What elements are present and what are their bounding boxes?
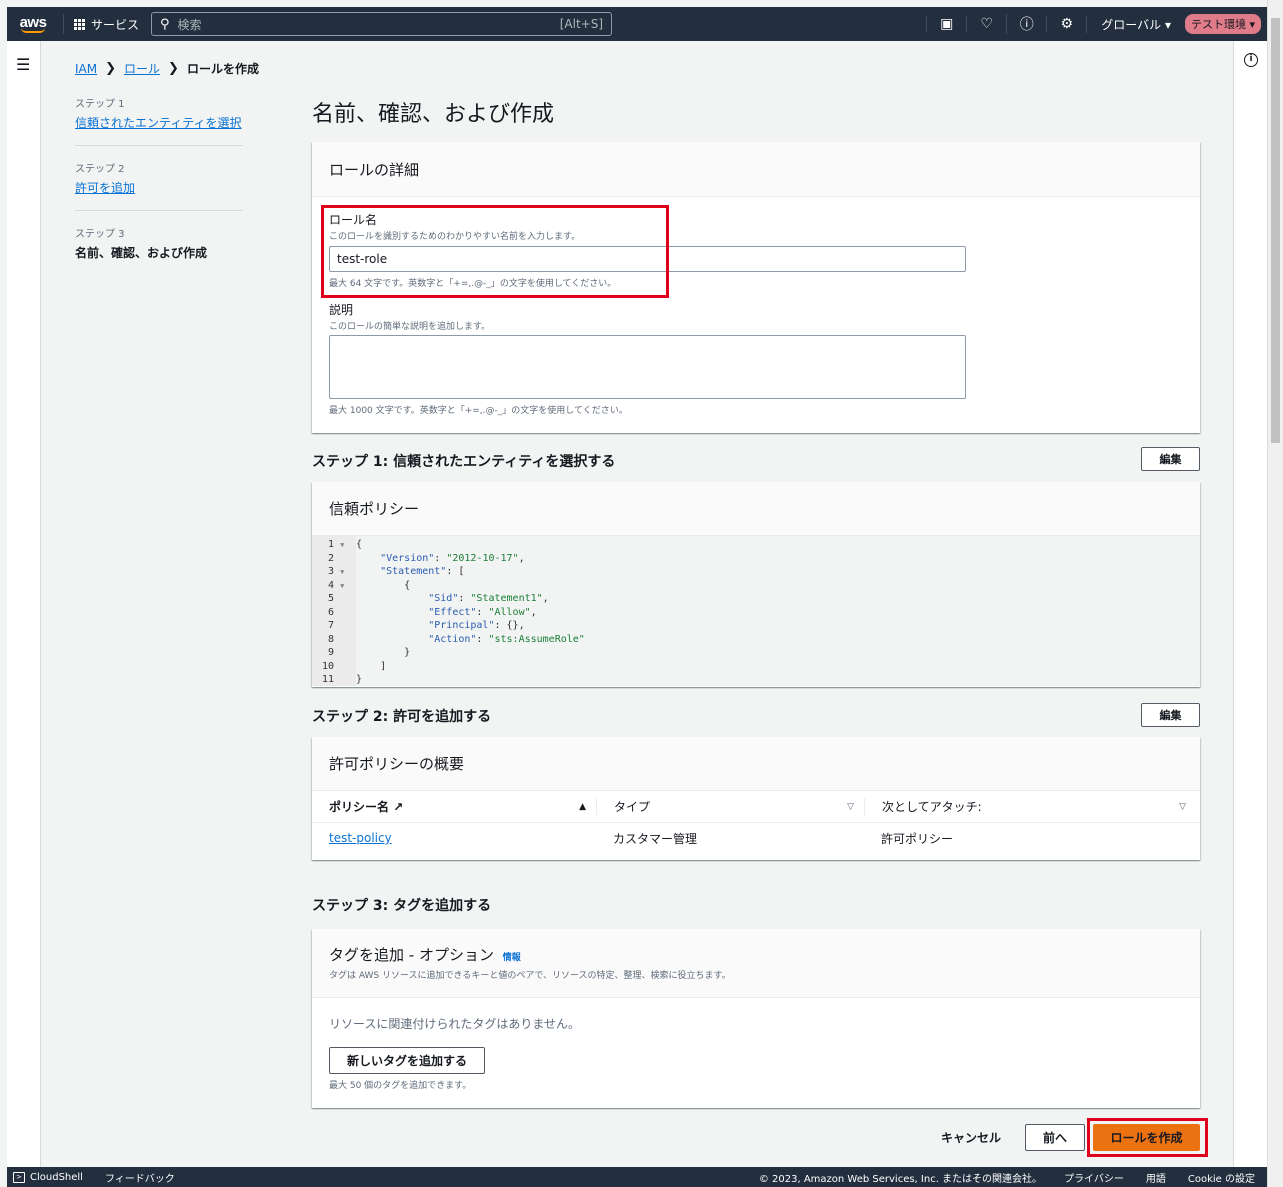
- step-3-heading: ステップ 3: タグを追加する: [312, 898, 492, 914]
- description-constraint: 最大 1000 文字です。英数字と「+=,.@-_」の文字を使用してください。: [329, 406, 628, 416]
- tags-description: タグは AWS リソースに追加できるキーと値のペアで、リソースの特定、整理、検索…: [329, 971, 731, 981]
- info-icon[interactable]: i: [1244, 53, 1258, 67]
- breadcrumb-roles[interactable]: ロール: [124, 60, 160, 77]
- table-row: test-policy カスタマー管理 許可ポリシー: [312, 823, 1200, 853]
- console-footer: > CloudShell フィードバック © 2023, Amazon Web …: [7, 1167, 1267, 1187]
- code-lines[interactable]: { "Version": "2012-10-17", "Statement": …: [356, 538, 585, 687]
- wizard-steps: ステップ 1 信頼されたエンティティを選択 ステップ 2 許可を追加 ステップ …: [75, 95, 243, 289]
- sort-icon[interactable]: ▽: [847, 802, 854, 812]
- grid-icon: [74, 18, 85, 30]
- chevron-right-icon: ❯: [105, 61, 117, 76]
- breadcrumb-current: ロールを作成: [186, 62, 259, 76]
- previous-button[interactable]: 前へ: [1025, 1124, 1085, 1151]
- policy-name-link[interactable]: test-policy: [329, 831, 392, 845]
- highlight-box-create-role: [1087, 1118, 1208, 1157]
- step-1-heading: ステップ 1: 信頼されたエンティティを選択する: [312, 454, 616, 470]
- description-hint: このロールの簡単な説明を追加します。: [329, 322, 491, 332]
- cloudshell-icon[interactable]: ▣: [926, 16, 966, 32]
- page-title: 名前、確認、および作成: [312, 102, 555, 127]
- tag-limit-note: 最大 50 個のタグを追加できます。: [329, 1081, 472, 1091]
- add-new-tag-button[interactable]: 新しいタグを追加する: [329, 1047, 485, 1074]
- notification-bell-icon[interactable]: ♡: [966, 16, 1006, 32]
- wizard-step-2: ステップ 2 許可を追加: [75, 160, 243, 211]
- search-input[interactable]: ⚲ 検索 [Alt+S]: [151, 12, 613, 36]
- column-attached-as[interactable]: 次としてアタッチ:: [882, 798, 982, 815]
- tags-title: タグを追加 - オプション: [329, 946, 494, 964]
- permission-policies-panel: 許可ポリシーの概要 ポリシー名 ↗ ▲ タイプ ▽ 次としてアタッチ: ▽ te…: [312, 737, 1200, 860]
- info-panel-rail: i: [1233, 41, 1267, 1167]
- sort-icon[interactable]: ▽: [1179, 802, 1186, 812]
- account-menu[interactable]: テスト環境 ▾: [1184, 14, 1261, 34]
- step-1-link[interactable]: 信頼されたエンティティを選択: [75, 116, 242, 130]
- services-label: サービス: [91, 17, 140, 32]
- step-2-heading: ステップ 2: 許可を追加する: [312, 709, 492, 725]
- top-navigation: aws サービス ⚲ 検索 [Alt+S] ▣ ♡ ⓘ ⚙ グローバル ▾ テス…: [7, 7, 1267, 41]
- description-textarea[interactable]: [329, 335, 966, 399]
- cloudshell-icon: >: [13, 1171, 25, 1183]
- step-label: ステップ 1: [75, 99, 125, 110]
- services-menu[interactable]: サービス: [74, 16, 139, 33]
- step-2-link[interactable]: 許可を追加: [75, 181, 135, 195]
- menu-icon[interactable]: ☰: [16, 55, 30, 74]
- panel-header: ロールの詳細: [312, 142, 1200, 197]
- feedback-link[interactable]: フィードバック: [105, 1170, 175, 1185]
- breadcrumb: IAM ❯ ロール ❯ ロールを作成: [75, 60, 259, 77]
- sort-ascending-icon[interactable]: ▲: [579, 802, 586, 812]
- terms-link[interactable]: 用語: [1146, 1170, 1166, 1185]
- info-link[interactable]: 情報: [503, 953, 521, 963]
- page-scrollbar[interactable]: [1267, 0, 1283, 1187]
- wizard-step-3: ステップ 3 名前、確認、および作成: [75, 225, 243, 275]
- step-3-current: 名前、確認、および作成: [75, 246, 208, 260]
- breadcrumb-iam[interactable]: IAM: [75, 62, 97, 76]
- no-tags-message: リソースに関連付けられたタグはありません。: [329, 1017, 581, 1031]
- description-label: 説明: [329, 303, 354, 317]
- panel-header: 許可ポリシーの概要: [312, 737, 1200, 791]
- line-gutter: 1 ▼ 2 3 ▼ 4 ▼ 5 6 7 8 9 10 11: [312, 536, 356, 686]
- column-type[interactable]: タイプ: [614, 798, 650, 815]
- step-label: ステップ 3: [75, 229, 125, 240]
- highlight-box-role-name: [321, 205, 669, 298]
- column-policy-name[interactable]: ポリシー名 ↗: [329, 798, 403, 815]
- trust-policy-code-editor: 1 ▼ 2 3 ▼ 4 ▼ 5 6 7 8 9 10 11 { "Version…: [312, 536, 1200, 686]
- cookie-settings-link[interactable]: Cookie の設定: [1188, 1170, 1255, 1185]
- search-shortcut: [Alt+S]: [559, 17, 604, 31]
- cloudshell-button[interactable]: > CloudShell: [7, 1171, 83, 1183]
- table-header: ポリシー名 ↗ ▲ タイプ ▽ 次としてアタッチ: ▽: [312, 791, 1200, 823]
- tags-panel: タグを追加 - オプション 情報 タグは AWS リソースに追加できるキーと値の…: [312, 929, 1200, 1108]
- panel-header: 信頼ポリシー: [312, 482, 1200, 536]
- region-selector[interactable]: グローバル ▾: [1086, 15, 1185, 33]
- policy-attached-as: 許可ポリシー: [881, 831, 954, 846]
- external-link-icon: ↗: [393, 800, 404, 814]
- panel-header: タグを追加 - オプション 情報 タグは AWS リソースに追加できるキーと値の…: [312, 929, 1200, 998]
- scrollbar-thumb[interactable]: [1271, 18, 1280, 443]
- cloudshell-label: CloudShell: [30, 1171, 83, 1183]
- wizard-step-1: ステップ 1 信頼されたエンティティを選択: [75, 95, 243, 146]
- cancel-button[interactable]: キャンセル: [941, 1129, 1001, 1146]
- step-1-edit-button[interactable]: 編集: [1141, 447, 1200, 471]
- aws-logo[interactable]: aws: [13, 15, 53, 33]
- step-label: ステップ 2: [75, 164, 125, 175]
- privacy-link[interactable]: プライバシー: [1064, 1170, 1124, 1185]
- navigation-rail: ☰: [7, 41, 41, 1167]
- trust-policy-panel: 信頼ポリシー 1 ▼ 2 3 ▼ 4 ▼ 5 6 7 8 9 10 11 { "…: [312, 482, 1200, 687]
- search-icon: ⚲: [160, 16, 170, 32]
- chevron-right-icon: ❯: [168, 61, 179, 76]
- settings-gear-icon[interactable]: ⚙: [1046, 16, 1086, 32]
- copyright-text: © 2023, Amazon Web Services, Inc. またはその関…: [758, 1173, 1043, 1185]
- step-2-edit-button[interactable]: 編集: [1141, 703, 1200, 727]
- help-icon[interactable]: ⓘ: [1006, 14, 1046, 34]
- search-placeholder: 検索: [177, 17, 202, 32]
- policy-type: カスタマー管理: [613, 831, 698, 846]
